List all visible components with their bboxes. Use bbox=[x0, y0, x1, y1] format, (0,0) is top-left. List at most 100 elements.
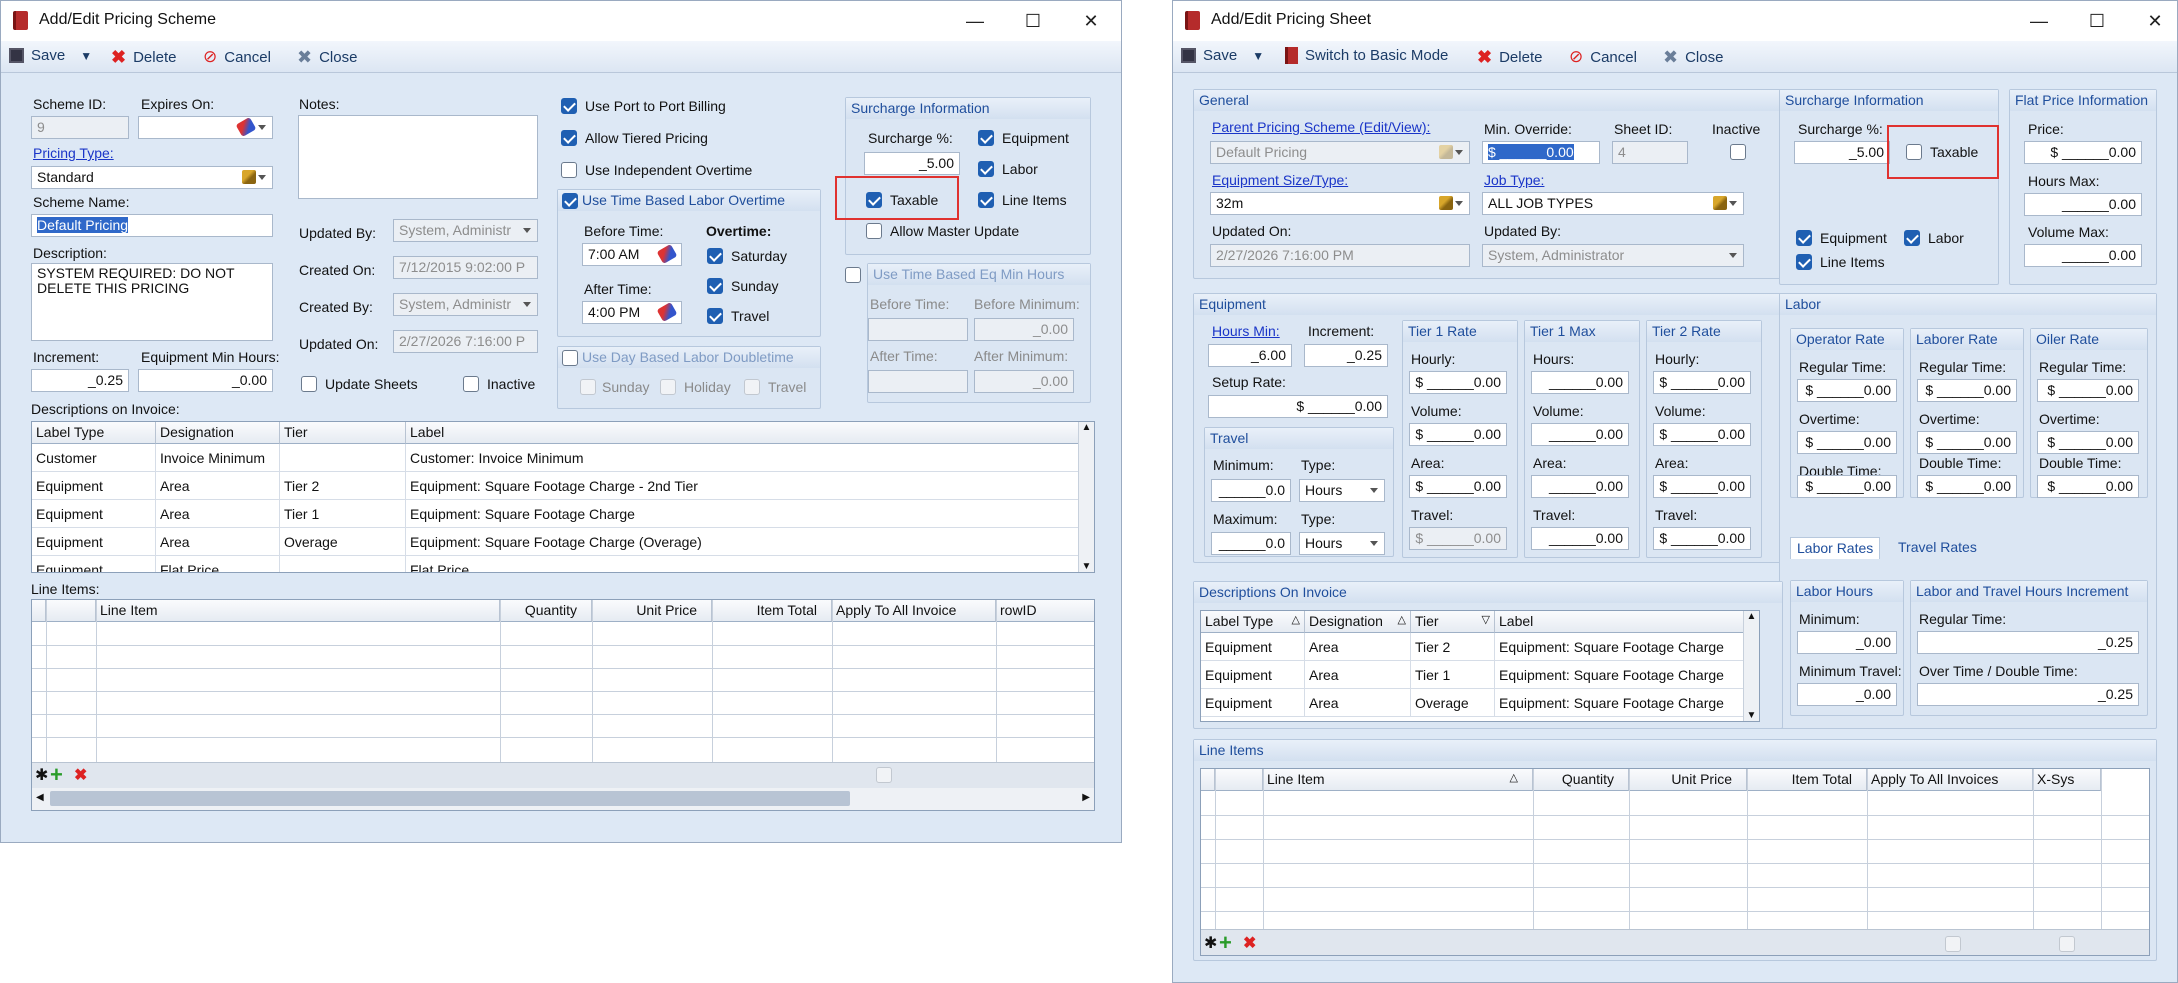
t2r-area-input[interactable]: $ ______0.00 bbox=[1653, 475, 1751, 498]
picker-icon[interactable] bbox=[1439, 196, 1453, 210]
lh-min-travel-input[interactable]: _0.00 bbox=[1797, 683, 1897, 706]
col-label[interactable]: Label bbox=[1495, 611, 1745, 633]
desc-cell[interactable]: Flat Price bbox=[406, 556, 1080, 572]
apply-all-checkbox[interactable] bbox=[1945, 936, 1961, 952]
t1r-hourly-input[interactable]: $ ______0.00 bbox=[1409, 371, 1507, 394]
desc-cell[interactable]: Tier 1 bbox=[1411, 661, 1495, 689]
scroll-up-icon[interactable]: ▲ bbox=[1079, 422, 1094, 433]
t1r-travel-input[interactable]: $ ______0.00 bbox=[1409, 527, 1507, 550]
desc-cell[interactable]: Tier 2 bbox=[1411, 633, 1495, 661]
surcharge-labor-checkbox[interactable] bbox=[978, 161, 994, 177]
t2r-hourly-input[interactable]: $ ______0.00 bbox=[1653, 371, 1751, 394]
delete-button[interactable]: ✖ Delete bbox=[111, 47, 176, 68]
desc-cell[interactable]: Area bbox=[1305, 689, 1411, 717]
port-billing-checkbox[interactable] bbox=[561, 98, 577, 114]
eq-min-time-checkbox[interactable] bbox=[845, 267, 861, 283]
travel-max-input[interactable]: ______0.0 bbox=[1211, 532, 1291, 555]
eq-after-min-input[interactable]: _0.00 bbox=[974, 370, 1074, 393]
scroll-down-icon[interactable]: ▼ bbox=[1079, 561, 1094, 572]
travel-checkbox[interactable] bbox=[707, 308, 723, 324]
oil-ot-input[interactable]: $ ______0.00 bbox=[2037, 431, 2139, 454]
col-line-item[interactable]: Line Item bbox=[96, 600, 500, 622]
desc-cell[interactable]: Area bbox=[1305, 661, 1411, 689]
after-time-input[interactable]: 4:00 PM bbox=[582, 301, 682, 324]
col-designation[interactable]: Designation bbox=[156, 422, 280, 444]
eq-before-time-input[interactable] bbox=[868, 318, 968, 341]
surcharge-equipment-checkbox[interactable] bbox=[1796, 230, 1812, 246]
eq-size-select[interactable]: 32m bbox=[1210, 192, 1470, 215]
desc-cell[interactable]: Customer: Invoice Minimum bbox=[406, 444, 1080, 472]
cancel-button[interactable]: ⊘ Cancel bbox=[1569, 47, 1637, 67]
hours-max-input[interactable]: ______0.00 bbox=[2024, 193, 2142, 216]
eq-before-min-input[interactable]: _0.00 bbox=[974, 318, 1074, 341]
cancel-button[interactable]: ⊘ Cancel bbox=[203, 47, 271, 67]
notes-input[interactable] bbox=[298, 115, 538, 199]
minimize-icon[interactable]: — bbox=[2023, 7, 2055, 35]
travel-type-select[interactable]: Hours bbox=[1299, 479, 1385, 502]
desc-cell[interactable]: Area bbox=[156, 500, 280, 528]
col-quantity[interactable]: Quantity bbox=[500, 600, 592, 622]
t2r-travel-input[interactable]: $ ______0.00 bbox=[1653, 527, 1751, 550]
add-icon[interactable]: + bbox=[1219, 930, 1232, 955]
desc-cell[interactable]: Equipment bbox=[32, 500, 156, 528]
before-time-input[interactable]: 7:00 AM bbox=[582, 243, 682, 266]
picker-icon[interactable] bbox=[1713, 196, 1727, 210]
op-dt-input[interactable]: $ ______0.00 bbox=[1797, 475, 1897, 498]
op-ot-input[interactable]: $ ______0.00 bbox=[1797, 431, 1897, 454]
op-regular-input[interactable]: $ ______0.00 bbox=[1797, 379, 1897, 402]
pricing-type-link[interactable]: Pricing Type: bbox=[33, 145, 114, 161]
clock-icon[interactable] bbox=[656, 244, 678, 265]
job-type-select[interactable]: ALL JOB TYPES bbox=[1482, 192, 1744, 215]
desc-scrollbar-2[interactable]: ▲ ▼ bbox=[1743, 611, 1759, 721]
lb-ot-input[interactable]: $ ______0.00 bbox=[1917, 431, 2017, 454]
t1m-volume-input[interactable]: ______0.00 bbox=[1531, 423, 1629, 446]
col-item-total[interactable]: Item Total bbox=[712, 600, 832, 622]
add-icon[interactable]: + bbox=[50, 762, 63, 788]
increment-input[interactable]: _0.25 bbox=[31, 369, 129, 392]
pricing-type-select[interactable]: Standard bbox=[31, 166, 273, 189]
master-update-checkbox[interactable] bbox=[866, 223, 882, 239]
horizontal-scrollbar[interactable]: ◀ ▶ bbox=[32, 788, 1094, 810]
day-dt-checkbox[interactable] bbox=[562, 350, 578, 366]
desc-cell[interactable]: Equipment: Square Footage Charge bbox=[406, 500, 1080, 528]
col-label-type[interactable]: Label Type △ bbox=[1201, 611, 1305, 633]
dt-travel-checkbox[interactable] bbox=[744, 379, 760, 395]
t1m-travel-input[interactable]: ______0.00 bbox=[1531, 527, 1629, 550]
dt-holiday-checkbox[interactable] bbox=[660, 379, 676, 395]
save-button[interactable]: Save ▼ bbox=[1181, 47, 1264, 64]
col-tier[interactable]: Tier ▽ bbox=[1411, 611, 1495, 633]
new-row-icon[interactable]: ✱ bbox=[1204, 933, 1217, 953]
desc-cell[interactable]: Equipment: Square Footage Charge - 2nd T… bbox=[406, 472, 1080, 500]
surcharge-pct-input[interactable]: _5.00 bbox=[1794, 141, 1890, 164]
scroll-down-icon[interactable]: ▼ bbox=[1744, 710, 1759, 721]
tiered-checkbox[interactable] bbox=[561, 130, 577, 146]
scroll-right-icon[interactable]: ▶ bbox=[1082, 792, 1090, 803]
desc-cell[interactable]: Equipment: Square Footage Charge bbox=[1495, 661, 1745, 689]
col-line-item[interactable]: Line Item △ bbox=[1263, 769, 1533, 791]
desc-cell[interactable]: Equipment: Square Footage Charge bbox=[1495, 689, 1745, 717]
desc-cell[interactable]: Equipment bbox=[1201, 689, 1305, 717]
delete-button[interactable]: ✖ Delete bbox=[1477, 47, 1542, 68]
t1m-area-input[interactable]: ______0.00 bbox=[1531, 475, 1629, 498]
close-icon[interactable]: ✕ bbox=[1075, 7, 1107, 35]
chevron-down-icon[interactable]: ▼ bbox=[1252, 49, 1264, 63]
desc-cell[interactable]: Overage bbox=[280, 528, 406, 556]
eq-after-time-input[interactable] bbox=[868, 370, 968, 393]
desc-cell[interactable]: Equipment bbox=[1201, 633, 1305, 661]
col-label-type[interactable]: Label Type bbox=[32, 422, 156, 444]
inactive-checkbox[interactable] bbox=[1730, 144, 1746, 160]
col-designation[interactable]: Designation △ bbox=[1305, 611, 1411, 633]
t1m-hours-input[interactable]: ______0.00 bbox=[1531, 371, 1629, 394]
xsys-checkbox[interactable] bbox=[2059, 936, 2075, 952]
time-ot-checkbox[interactable] bbox=[562, 193, 578, 209]
lb-regular-input[interactable]: $ ______0.00 bbox=[1917, 379, 2017, 402]
saturday-checkbox[interactable] bbox=[707, 248, 723, 264]
volume-max-input[interactable]: ______0.00 bbox=[2024, 244, 2142, 267]
col-quantity[interactable]: Quantity bbox=[1533, 769, 1629, 791]
surcharge-labor-checkbox[interactable] bbox=[1904, 230, 1920, 246]
surcharge-pct-input[interactable]: _5.00 bbox=[864, 152, 960, 175]
lb-dt-input[interactable]: $ ______0.00 bbox=[1917, 475, 2017, 498]
desc-cell[interactable] bbox=[280, 556, 406, 572]
desc-scrollbar[interactable]: ▲ ▼ bbox=[1078, 422, 1094, 572]
hours-min-input[interactable]: _6.00 bbox=[1208, 344, 1292, 367]
